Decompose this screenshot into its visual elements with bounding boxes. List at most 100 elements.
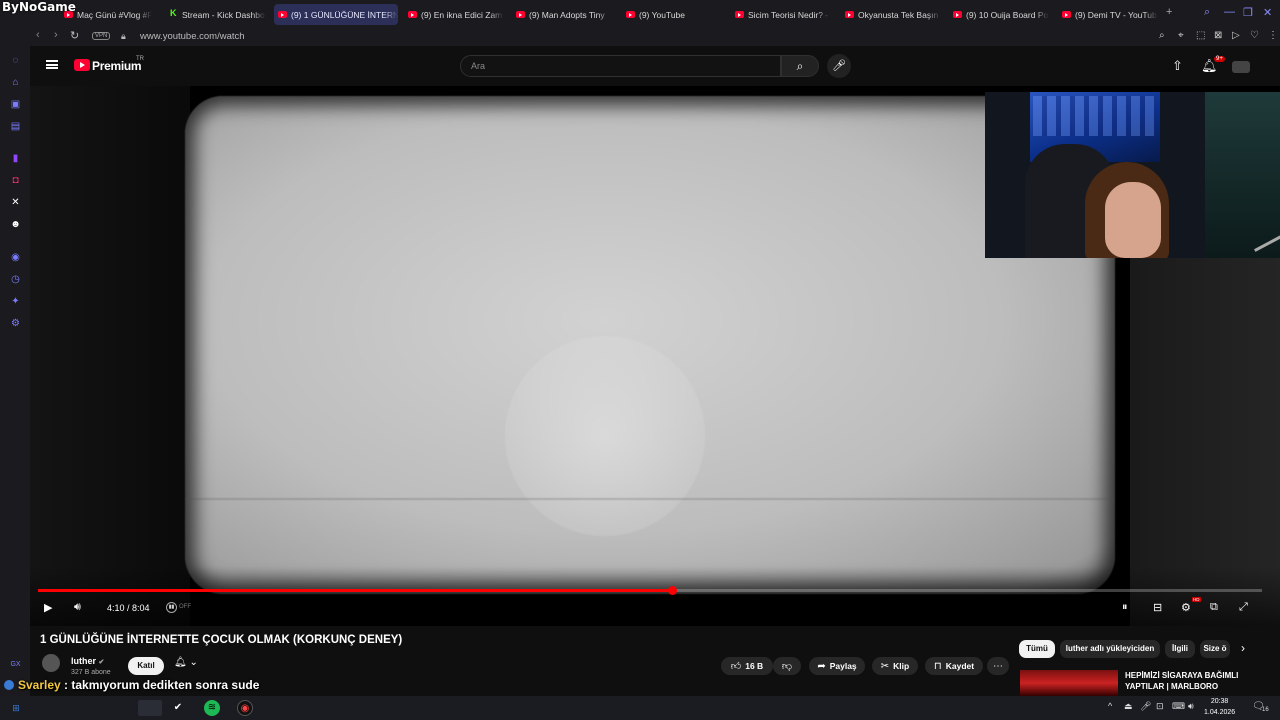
tray-usb-icon[interactable]: ⏏ <box>1124 701 1133 712</box>
subscription-bell-icon[interactable]: 🔔︎ ⌄ <box>174 657 198 668</box>
autoplay-toggle[interactable]: ▮▮ OFF <box>166 602 191 613</box>
clip-label: Klip <box>893 661 910 671</box>
subtitles-icon[interactable]: ⊟ <box>1153 601 1162 614</box>
lock-icon[interactable]: 🔒︎ <box>121 31 126 42</box>
settings-gear-icon[interactable]: ⚙ <box>1181 601 1191 614</box>
vpn-badge[interactable]: VPN <box>92 32 111 40</box>
minimize-icon[interactable]: — <box>1224 6 1235 18</box>
tab-label: (9) 1 GÜNLÜĞÜNE İNTERN <box>291 9 398 20</box>
close-window-icon[interactable]: ✕ <box>1263 6 1272 19</box>
extension-icon[interactable]: ⊠ <box>1214 30 1222 41</box>
tab-fade <box>138 4 152 25</box>
progress-bar[interactable] <box>38 586 1262 595</box>
taskbar-clock[interactable]: 20:38 1.04.2026 <box>1204 696 1235 718</box>
history-icon[interactable]: ◷ <box>9 273 22 286</box>
play-icon[interactable]: ▶ <box>44 601 52 614</box>
steam-icon[interactable]: ✔ <box>170 700 186 716</box>
like-button[interactable]: 👍︎ 16 B <box>721 657 773 675</box>
forward-icon[interactable]: › <box>54 29 58 41</box>
browser-tab[interactable]: Stream - Kick Dashbo <box>166 4 266 25</box>
browser-tab[interactable]: (9) 10 Ouija Board Po <box>949 4 1049 25</box>
browser-tab[interactable]: (9) 1 GÜNLÜĞÜNE İNTERN <box>274 4 398 25</box>
menu-dots-icon[interactable]: ⋮ <box>1268 30 1278 41</box>
news-icon[interactable]: ▤ <box>9 120 22 133</box>
browser-tab[interactable]: (9) Demi TV - YouTub <box>1058 4 1158 25</box>
taskbar-app-1[interactable] <box>138 700 162 716</box>
fullscreen-icon[interactable]: ⤢ <box>1239 601 1248 614</box>
obs-icon[interactable]: ◉ <box>237 700 253 716</box>
hd-badge: HD <box>1192 597 1201 602</box>
browser-tab[interactable]: Sicim Teorisi Nedir? - <box>731 4 831 25</box>
youtube-logo-icon[interactable] <box>74 59 90 71</box>
voice-search-mic-icon[interactable]: 🎤︎ <box>827 54 851 78</box>
cube-icon[interactable]: ▣ <box>9 98 22 111</box>
tray-display-icon[interactable]: ⊡ <box>1156 701 1164 712</box>
video-player[interactable]: ▶ 🔊︎ 4:10 / 8:04 ▮▮ OFF ⏸︎ ⊟ ⚙ HD ⧉ ⤢ <box>30 86 1280 626</box>
zoom-icon[interactable]: ⌕ <box>1159 30 1165 41</box>
browser-tab[interactable]: (9) YouTube <box>622 4 722 25</box>
tray-expand-icon[interactable]: ^ <box>1108 701 1112 711</box>
recommendation-title[interactable]: HEPİMİZİ SİGARAYA BAĞIMLI YAPTILAR | MAR… <box>1125 670 1245 692</box>
channel-name[interactable]: luther ✔ <box>71 656 104 666</box>
player-icon[interactable]: ▷ <box>1232 30 1240 41</box>
snapshot-icon[interactable]: ⬚ <box>1196 30 1205 41</box>
chip-from-uploader[interactable]: luther adlı yükleyiciden <box>1060 640 1160 658</box>
dislike-button[interactable]: 👎︎ <box>773 657 801 675</box>
pin-icon[interactable]: ⌖ <box>1178 30 1184 41</box>
chip-for-you[interactable]: Size ö <box>1200 640 1230 658</box>
youtube-favicon-icon <box>626 11 635 18</box>
clock-date: 1.04.2026 <box>1204 709 1236 716</box>
tray-volume-icon[interactable]: 🔊︎ <box>1188 701 1194 712</box>
hamburger-menu-icon[interactable] <box>46 60 58 69</box>
save-button[interactable]: ⊓ Kaydet <box>925 657 983 675</box>
browser-tab[interactable]: (9) Man Adopts Tiny <box>512 4 612 25</box>
recommendation-thumbnail[interactable] <box>1020 670 1118 696</box>
controls-gradient <box>30 566 1280 626</box>
stream-overlay-logo: ByNoGame <box>2 0 76 14</box>
instagram-icon[interactable]: ◘ <box>9 174 22 187</box>
clip-button[interactable]: ✂ Klip <box>872 657 918 675</box>
new-tab-button[interactable]: + <box>1166 6 1172 18</box>
chip-all[interactable]: Tümü <box>1019 640 1055 658</box>
maximize-icon[interactable]: ❐ <box>1243 6 1253 19</box>
url-field[interactable]: www.youtube.com/watch <box>140 31 245 42</box>
player-sidebar-icon[interactable]: ◉ <box>9 251 22 264</box>
reload-icon[interactable]: ↻ <box>70 29 79 42</box>
back-icon[interactable]: ‹ <box>36 29 40 41</box>
discord-icon[interactable]: ☻ <box>9 218 22 231</box>
tray-network-icon[interactable]: ⌨ <box>1172 701 1185 712</box>
thumbs-up-icon: 👍︎ <box>730 661 742 672</box>
start-icon[interactable]: ⊞ <box>8 700 24 716</box>
twitch-icon[interactable]: ▮ <box>9 152 22 165</box>
search-button[interactable]: ⌕ <box>781 55 819 77</box>
settings-icon[interactable]: ⚙ <box>9 317 22 330</box>
autoplay-pause-icon[interactable]: ⏸︎ <box>1122 601 1128 614</box>
gx-icon[interactable]: GX <box>9 658 22 671</box>
more-actions-button[interactable]: ⋯ <box>987 657 1009 675</box>
chips-next-icon[interactable]: › <box>1241 641 1245 655</box>
time-display: 4:10 / 8:04 <box>107 603 150 613</box>
volume-icon[interactable]: 🔊︎ <box>74 601 81 614</box>
join-button[interactable]: Katıl <box>128 657 164 675</box>
share-button[interactable]: ➦ Paylaş <box>809 657 865 675</box>
tray-mic-icon[interactable]: 🎤︎ <box>1140 701 1151 712</box>
chip-related[interactable]: İlgili <box>1165 640 1195 658</box>
workspace-icon[interactable]: ⌂ <box>9 76 22 89</box>
x-icon[interactable]: ✕ <box>9 196 22 209</box>
miniplayer-icon[interactable]: ⧉ <box>1210 601 1218 614</box>
search-tabs-icon[interactable]: ⌕ <box>1204 6 1210 19</box>
youtube-brand[interactable]: Premium <box>92 59 142 73</box>
youtube-page: Premium TR Ara ⌕ 🎤︎ ⇧ 🔔︎ 9+ ▶ 🔊︎ 4:10 / … <box>30 46 1280 696</box>
favorite-heart-icon[interactable]: ♡ <box>1250 30 1259 41</box>
extensions-sidebar-icon[interactable]: ✦ <box>9 295 22 308</box>
account-avatar[interactable] <box>1232 61 1250 73</box>
youtube-favicon-icon <box>516 11 525 18</box>
browser-tab[interactable]: Okyanusta Tek Başın <box>841 4 941 25</box>
upload-icon[interactable]: ⇧ <box>1172 58 1183 74</box>
spotify-icon[interactable]: ≋ <box>204 700 220 716</box>
browser-tab[interactable]: (9) En ikna Edici Zam <box>404 4 504 25</box>
progress-scrubber[interactable] <box>668 586 677 595</box>
aria-icon[interactable]: ◌ <box>9 54 22 67</box>
channel-avatar[interactable] <box>42 654 60 672</box>
search-input[interactable]: Ara <box>460 55 781 77</box>
